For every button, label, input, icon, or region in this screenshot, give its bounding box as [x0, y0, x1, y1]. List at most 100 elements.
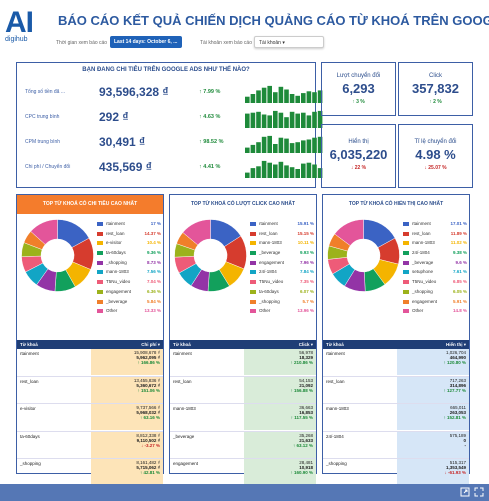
metric-cell: 8,161,482 ₫ 5,715,062 ₫ ↑ 42.81 %	[91, 459, 163, 485]
col-keyword[interactable]: Từ khoá	[173, 342, 191, 347]
table-row[interactable]: _shopping 515,317 1,353,549 ↓ -61.93 %	[323, 459, 469, 487]
table-row[interactable]: 24/-1804 575,189 0-	[323, 431, 469, 459]
metric-value: 93,596,328 ₫	[99, 85, 169, 99]
table-row[interactable]: engagement 28,481 10,918 ↑ 160.90 %	[170, 459, 316, 487]
legend-name: rest_loan	[259, 230, 278, 236]
account-dropdown[interactable]: Tài khoản ▾	[254, 36, 324, 48]
keyword-table: Từ khoá Click ▾ rtainment 56,978 18,329 ↑ 210…	[170, 340, 316, 487]
legend-item: T5Nu_video 7.35 %	[250, 278, 314, 288]
kpi-value: 357,832	[412, 81, 459, 96]
legend-item: _shopping 8.73 %	[97, 259, 161, 269]
legend-pct: 7.61 %	[452, 269, 467, 275]
legend-item: _beverage 9.6 %	[403, 259, 467, 269]
legend-item: rest_loan 15.15 %	[250, 230, 314, 240]
kpi-value: 6,293	[342, 81, 375, 96]
date-range-dropdown[interactable]: Last 14 days: October 6, ... ▾	[110, 36, 182, 57]
legend-swatch	[97, 231, 103, 236]
legend-swatch	[97, 260, 103, 265]
spend-metric-row: Chi phí / Chuyển đổi 435,569 ₫ ↑ 4.41 %	[23, 158, 323, 178]
sparkline-bar	[267, 162, 272, 178]
legend-swatch	[250, 241, 256, 246]
kpi-conversion-rate: Tỉ lệ chuyển đổi 4.98 % ↓ 25.07 %	[398, 124, 473, 188]
legend-name: _beverage	[412, 259, 434, 265]
metric-change: ↑ 152.81 %	[443, 415, 466, 420]
metric-change: ↑ 7.99 %	[199, 89, 221, 95]
metric-cell: 15,908,678 ₫ 5,962,095 ₫ ↑ 166.86 %	[91, 349, 163, 375]
donut-chart[interactable]	[173, 218, 248, 293]
keyword-name: rest_loan	[173, 378, 192, 384]
time-filter-label: Thời gian xem báo cáo	[56, 40, 108, 46]
col-metric-sort[interactable]: Click ▾	[299, 342, 313, 348]
legend-name: mann-1803	[106, 269, 129, 275]
legend-item: rest_loan 14.37 %	[97, 230, 161, 240]
logo-subtext: digihub	[5, 36, 28, 43]
kpi-label: Click	[429, 73, 442, 79]
legend-item: Other 14.8 %	[403, 307, 467, 317]
legend-name: Other	[106, 308, 118, 314]
keyword-name: _beverage	[173, 433, 195, 439]
legend-pct: 9.36 %	[146, 250, 161, 256]
metric-cell: 575,189 0-	[397, 431, 469, 458]
keyword-name: _shopping	[326, 461, 347, 466]
metric-cell: 35,268 21,633 ↑ 63.12 %	[244, 431, 316, 458]
legend-swatch	[403, 299, 409, 304]
kpi-label: Lượt chuyển đổi	[336, 73, 381, 79]
table-row[interactable]: rtainment 56,978 18,329 ↑ 210.86 %	[170, 349, 316, 377]
legend-name: ta-60days	[259, 288, 279, 294]
legend-pct: 6.05 %	[452, 288, 467, 294]
legend-name: ta-60days	[106, 250, 126, 256]
metric-value: 30,491 ₫	[99, 135, 146, 149]
table-row[interactable]: rtainment 1,026,704 464,990 ↑ 120.80 %	[323, 349, 469, 377]
keyword-name: e-visitor	[20, 406, 36, 411]
sparkline-bar	[306, 115, 312, 128]
legend-swatch	[250, 280, 256, 285]
fullscreen-icon[interactable]	[474, 487, 484, 497]
legend-pct: 13.33 %	[144, 308, 161, 314]
metric-value: 292 ₫	[99, 110, 129, 124]
legend-pct: 17 %	[150, 221, 161, 226]
donut-chart[interactable]	[326, 218, 401, 293]
legend-pct: 8.73 %	[146, 259, 161, 265]
metric-change: ↑ 98.52 %	[199, 139, 224, 145]
legend-name: rtainment	[259, 221, 278, 226]
keyword-table: Từ khoá Chi phí ▾ rtainment 15,908,678 ₫ 5,9…	[17, 340, 163, 487]
share-icon[interactable]	[460, 487, 470, 497]
metric-cell: 9,737,566 ₫ 5,968,032 ₫ ↑ 63.16 %	[91, 404, 163, 430]
table-row[interactable]: _beverage 35,268 21,633 ↑ 63.12 %	[170, 431, 316, 459]
kpi-change: ↓ 25.07 %	[424, 165, 447, 171]
legend-pct: 6.85 %	[452, 279, 467, 285]
table-row[interactable]: ta-60days 8,812,338 ₫ 9,110,502 ₫ ↓ -3.27 %	[17, 431, 163, 459]
table-row[interactable]: e-visitor 9,737,566 ₫ 5,968,032 ₫ ↑ 63.16 %	[17, 404, 163, 432]
table-row[interactable]: mann-1803 36,663 16,853 ↑ 117.55 %	[170, 404, 316, 432]
col-keyword[interactable]: Từ khoá	[326, 342, 344, 347]
table-row[interactable]: rtainment 15,908,678 ₫ 5,962,095 ₫ ↑ 166.86…	[17, 349, 163, 377]
table-row[interactable]: mann-1803 665,011 263,053 ↑ 152.81 %	[323, 404, 469, 432]
metric-change: ↑ 42.81 %	[139, 470, 160, 475]
donut-chart[interactable]	[20, 218, 95, 293]
keyword-name: engagement	[173, 461, 199, 466]
legend-name: 24/-1804	[412, 250, 430, 256]
keyword-name: rtainment	[326, 351, 345, 356]
legend-pct: 10.4 %	[146, 240, 161, 246]
kpi-label: Hiển thị	[348, 139, 369, 145]
legend-pct: 6.36 %	[146, 288, 161, 294]
sparkline-bar	[301, 93, 306, 103]
legend-swatch	[250, 222, 256, 226]
sparkline-bar	[256, 90, 261, 103]
table-row[interactable]: rest_loan 717,263 314,896 ↑ 127.77 %	[323, 376, 469, 404]
logo-mark: AI	[5, 6, 34, 39]
sparkline-bar	[295, 169, 300, 178]
table-row[interactable]: _shopping 8,161,482 ₫ 5,715,062 ₫ ↑ 42.81 %	[17, 459, 163, 487]
table-row[interactable]: rest_loan 13,455,836 ₫ 5,360,672 ₫ ↑ 151.06…	[17, 376, 163, 404]
table-row[interactable]: rest_loan 54,153 21,092 ↑ 156.88 %	[170, 376, 316, 404]
legend-pct: 11.89 %	[450, 230, 467, 236]
keyword-name: rtainment	[173, 351, 192, 356]
col-keyword[interactable]: Từ khoá	[20, 342, 38, 347]
sparkline-bar	[312, 137, 317, 153]
col-metric-sort[interactable]: Hiển thị ▾	[446, 342, 466, 348]
donut-panel-title: TOP TỪ KHOÁ CÓ LƯỢT CLICK CAO NHẤT	[190, 201, 296, 207]
col-metric-sort[interactable]: Chi phí ▾	[141, 342, 160, 348]
keyword-name: rest_loan	[326, 378, 345, 384]
legend-name: mann-1803	[259, 240, 282, 246]
sparkline-bar	[284, 89, 289, 103]
